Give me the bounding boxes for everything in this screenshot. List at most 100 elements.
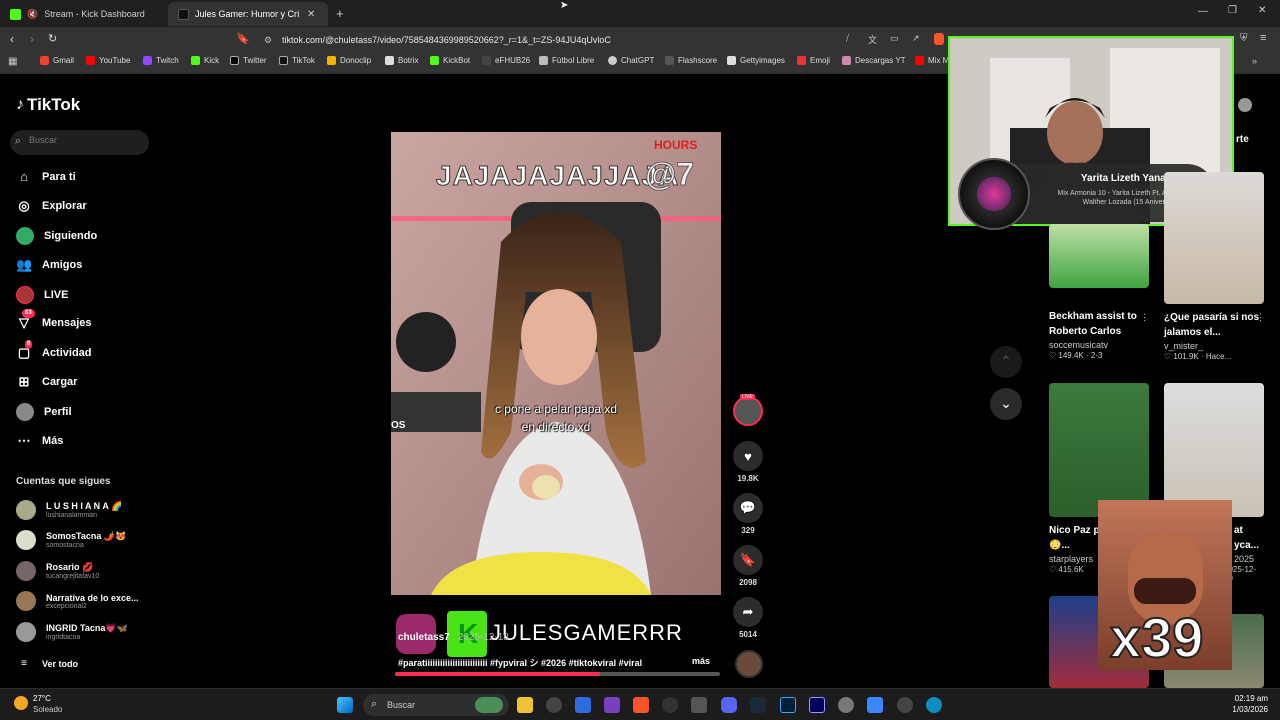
reload-icon[interactable]: ↻ xyxy=(48,32,57,45)
video-author-row[interactable]: chuletass7 2025-12-18 xyxy=(398,632,509,643)
reader-icon[interactable]: ⧸ xyxy=(846,33,849,44)
music-disc-icon[interactable] xyxy=(735,650,763,678)
bookmark-efhub[interactable]: eFHUB26 xyxy=(482,56,530,65)
see-all-link[interactable]: ≡ Ver todo xyxy=(16,656,78,672)
next-video-button[interactable]: ⌄ xyxy=(990,388,1022,420)
clock-time[interactable]: 02:19 am xyxy=(1226,694,1268,703)
bookmark-gettyimages[interactable]: Gettyimages xyxy=(727,56,785,65)
tab-tiktok-video[interactable]: Jules Gamer: Humor y Crítica ✕ xyxy=(168,2,328,26)
card-options-icon[interactable]: ⋮ xyxy=(1140,312,1149,323)
app-icon[interactable] xyxy=(575,697,591,713)
bookmark-button[interactable]: 🔖 2098 xyxy=(733,545,763,587)
discord-icon[interactable] xyxy=(721,697,737,713)
card-date: 2-3 xyxy=(1090,351,1103,360)
restore-icon[interactable]: ❐ xyxy=(1228,5,1237,16)
followed-account[interactable]: Narrativa de lo exce... excepcional2 xyxy=(16,591,139,611)
bookmark-futbol-libre[interactable]: Fútbol Libre xyxy=(539,56,594,65)
bookmark-emoji[interactable]: Emoji xyxy=(797,56,830,65)
bookmark-kick[interactable]: Kick xyxy=(191,56,219,65)
obs-icon[interactable] xyxy=(897,697,913,713)
brave-icon[interactable] xyxy=(633,697,649,713)
video-card[interactable]: ¿Que pasaría si nos jalamos el... v_mist… xyxy=(1164,172,1265,361)
cast-icon[interactable]: ▭ xyxy=(890,33,899,44)
bookmark-descargas-yt[interactable]: Descargas YT xyxy=(842,56,906,65)
bookmark-twitch[interactable]: Twitch xyxy=(143,56,179,65)
share-page-icon[interactable]: ↗ xyxy=(912,33,920,44)
card-thumbnail xyxy=(1164,383,1264,517)
previous-video-button[interactable]: ⌃ xyxy=(990,346,1022,378)
bookmark-youtube[interactable]: YouTube xyxy=(86,56,130,65)
apps-grid-icon[interactable]: ▦ xyxy=(8,56,17,67)
bookmark-gmail[interactable]: Gmail xyxy=(40,56,74,65)
close-window-icon[interactable]: ✕ xyxy=(1258,5,1266,16)
nav-explorar[interactable]: ◎ Explorar xyxy=(16,198,86,214)
nav-siguiendo[interactable]: Siguiendo xyxy=(16,227,97,245)
bookmark-mix[interactable]: Mix M xyxy=(915,56,949,65)
vpn-icon[interactable]: ⛨ xyxy=(1240,33,1248,44)
tab-kick-dashboard[interactable]: 🔇 Stream - Kick Dashboard xyxy=(0,2,170,26)
comment-button[interactable]: 💬 329 xyxy=(733,493,763,535)
premiere-icon[interactable] xyxy=(809,697,825,713)
video-author[interactable]: chuletass7 xyxy=(398,632,450,643)
card-options-icon[interactable]: ⋮ xyxy=(1256,312,1265,323)
site-info-icon[interactable]: ⚙ xyxy=(264,30,272,50)
close-tab-icon[interactable]: ✕ xyxy=(307,9,315,20)
nav-perfil[interactable]: Perfil xyxy=(16,403,72,421)
nav-mensajes[interactable]: ▽ 83 Mensajes xyxy=(16,309,92,331)
nav-mas[interactable]: ⋯ Más xyxy=(16,433,64,449)
share-button[interactable]: ➦ 5014 xyxy=(733,597,763,639)
nav-para-ti[interactable]: ⌂ Para ti xyxy=(16,169,76,185)
video-player[interactable]: HOURS JAJAJAJAJJAJA @7 OS c pone a pelar… xyxy=(391,132,721,595)
new-tab-icon[interactable]: + xyxy=(336,6,344,21)
search-field[interactable] xyxy=(29,135,139,145)
bookmark-chatgpt[interactable]: ChatGPT xyxy=(608,56,654,65)
bookmark-twitter[interactable]: Twitter xyxy=(230,56,267,65)
weather-icon[interactable] xyxy=(14,696,28,710)
settings-icon[interactable] xyxy=(838,697,854,713)
followed-account[interactable]: INGRID Tacna💗🦋 ingridtacna xyxy=(16,622,128,642)
video-card[interactable]: Beckham assist to Roberto Carlos soccemu… xyxy=(1049,224,1149,360)
steam-icon[interactable] xyxy=(750,697,766,713)
live-avatar-button[interactable]: LIVE xyxy=(733,394,763,426)
more-link[interactable]: más xyxy=(692,656,710,666)
bookmark-donoclip[interactable]: Donoclip xyxy=(327,56,371,65)
video-hashtags[interactable]: #paratiiiiiiiiiiiiiiiiiiiiiiiii #fypvira… xyxy=(398,656,668,669)
followed-account[interactable]: Rosario 💋 tucangrejitafav10 xyxy=(16,561,99,581)
url-field[interactable]: ⚙ tiktok.com/@chuletass7/video/758548436… xyxy=(258,30,948,50)
tab-label: Jules Gamer: Humor y Crítica xyxy=(195,9,299,19)
like-button[interactable]: ♥ 19.8K xyxy=(733,441,763,483)
followed-account[interactable]: L U S H I A N A 🌈 lushianalamman xyxy=(16,500,122,520)
back-icon[interactable]: ‹ xyxy=(10,32,14,46)
nav-cargar[interactable]: ⊞ Cargar xyxy=(16,374,78,390)
bookmark-page-icon[interactable]: 🔖 xyxy=(236,32,250,45)
edge-icon[interactable] xyxy=(926,697,942,713)
bookmark-kickbot[interactable]: KickBot xyxy=(430,56,470,65)
clock-date[interactable]: 1/03/2026 xyxy=(1216,705,1268,714)
app-icon[interactable] xyxy=(604,697,620,713)
nav-amigos[interactable]: 👥 Amigos xyxy=(16,257,82,273)
more-bookmarks-icon[interactable]: » xyxy=(1252,56,1257,66)
tiktok-logo[interactable]: ♪ TikTok xyxy=(16,95,80,115)
bookmark-flashscore[interactable]: Flashscore xyxy=(665,56,717,65)
media-player-icon[interactable] xyxy=(662,697,678,713)
progress-track[interactable] xyxy=(395,672,720,676)
bookmark-tiktok[interactable]: TikTok xyxy=(279,56,315,65)
bookmark-botrix[interactable]: Botrix xyxy=(385,56,418,65)
menu-icon[interactable]: ≡ xyxy=(1260,32,1266,44)
brave-shield-icon[interactable] xyxy=(934,33,944,45)
app-icon[interactable] xyxy=(691,697,707,713)
search-input[interactable]: ⌕ xyxy=(10,130,149,155)
user-avatar-icon[interactable] xyxy=(1238,98,1252,112)
minimize-icon[interactable]: — xyxy=(1198,6,1208,17)
file-explorer-icon[interactable] xyxy=(517,697,533,713)
taskbar-search[interactable]: ⌕ Buscar xyxy=(363,694,509,716)
photoshop-icon[interactable] xyxy=(780,697,796,713)
followed-account[interactable]: SomosTacna 🌶️😻 somostacna xyxy=(16,530,126,550)
nav-actividad[interactable]: ▢ 9 Actividad xyxy=(16,340,92,361)
windows-start-icon[interactable] xyxy=(337,697,353,713)
chrome-icon[interactable] xyxy=(546,697,562,713)
notepad-icon[interactable] xyxy=(867,697,883,713)
nav-live[interactable]: LIVE xyxy=(16,286,68,304)
translate-icon[interactable]: 文 xyxy=(868,33,877,46)
forward-icon[interactable]: › xyxy=(30,32,34,46)
